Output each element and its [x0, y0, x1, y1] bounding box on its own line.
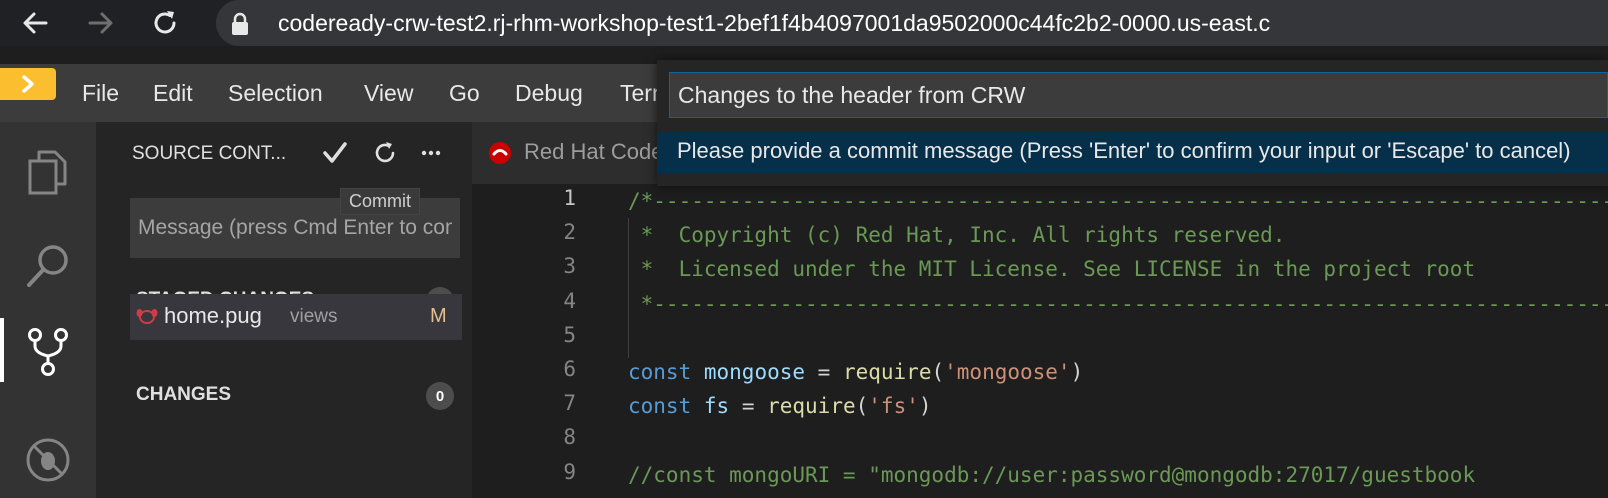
- refresh-button[interactable]: [368, 136, 402, 170]
- chevron-right-icon: [22, 75, 34, 93]
- quick-input-box: [669, 72, 1608, 118]
- code-line: /*--------------------------------------…: [628, 186, 1608, 216]
- changes-header[interactable]: CHANGES: [136, 384, 231, 406]
- code-token: (: [931, 360, 945, 384]
- commit-tooltip: Commit: [340, 188, 420, 215]
- code-token: require: [767, 394, 856, 419]
- forward-arrow-icon: [88, 12, 113, 34]
- code-token: fs: [703, 394, 730, 419]
- code-line: const mongoose = require('mongoose'): [628, 357, 1083, 387]
- lock-icon: [232, 12, 248, 35]
- code-token: //const mongoURI = "mongodb://user:passw…: [628, 462, 1476, 487]
- tab-label: Red Hat Code: [524, 139, 664, 164]
- menu-edit[interactable]: Edit: [153, 78, 193, 108]
- line-number: 7: [563, 391, 576, 416]
- explorer-icon[interactable]: [22, 146, 74, 198]
- back-button[interactable]: [16, 4, 54, 42]
- code-editor[interactable]: 1 2 3 4 5 6 7 8 9 /*----------------------------…: [472, 184, 1608, 498]
- activity-bar: [0, 122, 96, 498]
- code-token: mongoose: [703, 360, 806, 384]
- back-arrow-icon: [23, 12, 48, 34]
- line-number: 8: [563, 425, 576, 450]
- refresh-icon: [375, 142, 395, 163]
- editor-tab[interactable]: Red Hat Code: [472, 122, 672, 184]
- menu-debug[interactable]: Debug: [515, 78, 583, 108]
- reload-button[interactable]: [146, 4, 184, 42]
- line-number: 1: [563, 186, 576, 210]
- code-token: /*--------------------------------------…: [628, 189, 1608, 213]
- source-control-icon[interactable]: [22, 326, 74, 378]
- menu-file[interactable]: File: [82, 78, 119, 108]
- quick-input-message-text: Please provide a commit message (Press '…: [677, 138, 1571, 163]
- ellipsis-icon: [421, 150, 441, 156]
- code-token: ): [1070, 360, 1084, 384]
- line-number: 4: [563, 288, 576, 313]
- commit-button[interactable]: [318, 136, 352, 170]
- line-number: 5: [563, 322, 576, 347]
- code-token: * Licensed under the MIT License. See LI…: [628, 257, 1476, 282]
- file-status-badge: M: [430, 305, 447, 327]
- ide-logo[interactable]: [0, 68, 56, 100]
- checkmark-icon: [323, 142, 347, 163]
- code-line: const fs = require('fs'): [628, 391, 932, 421]
- quick-input-widget: Please provide a commit message (Press '…: [657, 60, 1608, 186]
- forward-button[interactable]: [82, 4, 120, 42]
- code-token: =: [729, 394, 768, 419]
- file-name: home.pug: [164, 303, 262, 328]
- code-token: (: [855, 394, 869, 419]
- active-view-indicator: [0, 318, 4, 382]
- staged-file-row[interactable]: home.pug views M: [130, 294, 462, 340]
- code-line: * Licensed under the MIT License. See LI…: [628, 254, 1475, 284]
- reload-icon: [154, 11, 176, 34]
- code-token: require: [842, 360, 932, 384]
- changes-count-badge: 0: [426, 382, 454, 410]
- pug-file-icon: [136, 309, 158, 324]
- code-token: ): [918, 394, 932, 419]
- debug-icon[interactable]: [22, 430, 74, 482]
- browser-toolbar: codeready-crw-test2.rj-rhm-workshop-test…: [0, 0, 1608, 46]
- line-number: 9: [563, 459, 576, 484]
- more-actions-button[interactable]: [414, 136, 448, 170]
- panel-title: SOURCE CONT...: [132, 143, 287, 164]
- quick-input-message: Please provide a commit message (Press '…: [657, 132, 1608, 174]
- line-number: 6: [563, 357, 576, 381]
- menu-go[interactable]: Go: [449, 78, 480, 108]
- redhat-logo-icon: [489, 142, 511, 164]
- code-token: =: [805, 360, 843, 384]
- code-token: const: [628, 360, 692, 384]
- line-number: 2: [563, 220, 576, 245]
- menu-selection[interactable]: Selection: [228, 78, 323, 108]
- code-token: 'mongoose': [944, 360, 1071, 384]
- file-directory: views: [290, 306, 338, 327]
- code-token: const: [628, 394, 692, 419]
- commit-message-quick-input[interactable]: [670, 73, 1607, 117]
- code-token: * Copyright (c) Red Hat, Inc. All rights…: [628, 223, 1286, 248]
- line-number: 3: [563, 254, 576, 279]
- code-token: *---------------------------------------…: [628, 291, 1608, 316]
- code-line: *---------------------------------------…: [628, 289, 1608, 319]
- source-control-panel: SOURCE CONT... Commit STAGED CHANGES 1 h…: [96, 122, 472, 498]
- url-text: codeready-crw-test2.rj-rhm-workshop-test…: [278, 10, 1271, 36]
- code-line: * Copyright (c) Red Hat, Inc. All rights…: [628, 220, 1286, 250]
- code-token: 'fs': [868, 394, 919, 419]
- code-line: //const mongoURI = "mongodb://user:passw…: [628, 460, 1475, 490]
- search-icon[interactable]: [22, 240, 74, 292]
- menu-view[interactable]: View: [364, 78, 413, 108]
